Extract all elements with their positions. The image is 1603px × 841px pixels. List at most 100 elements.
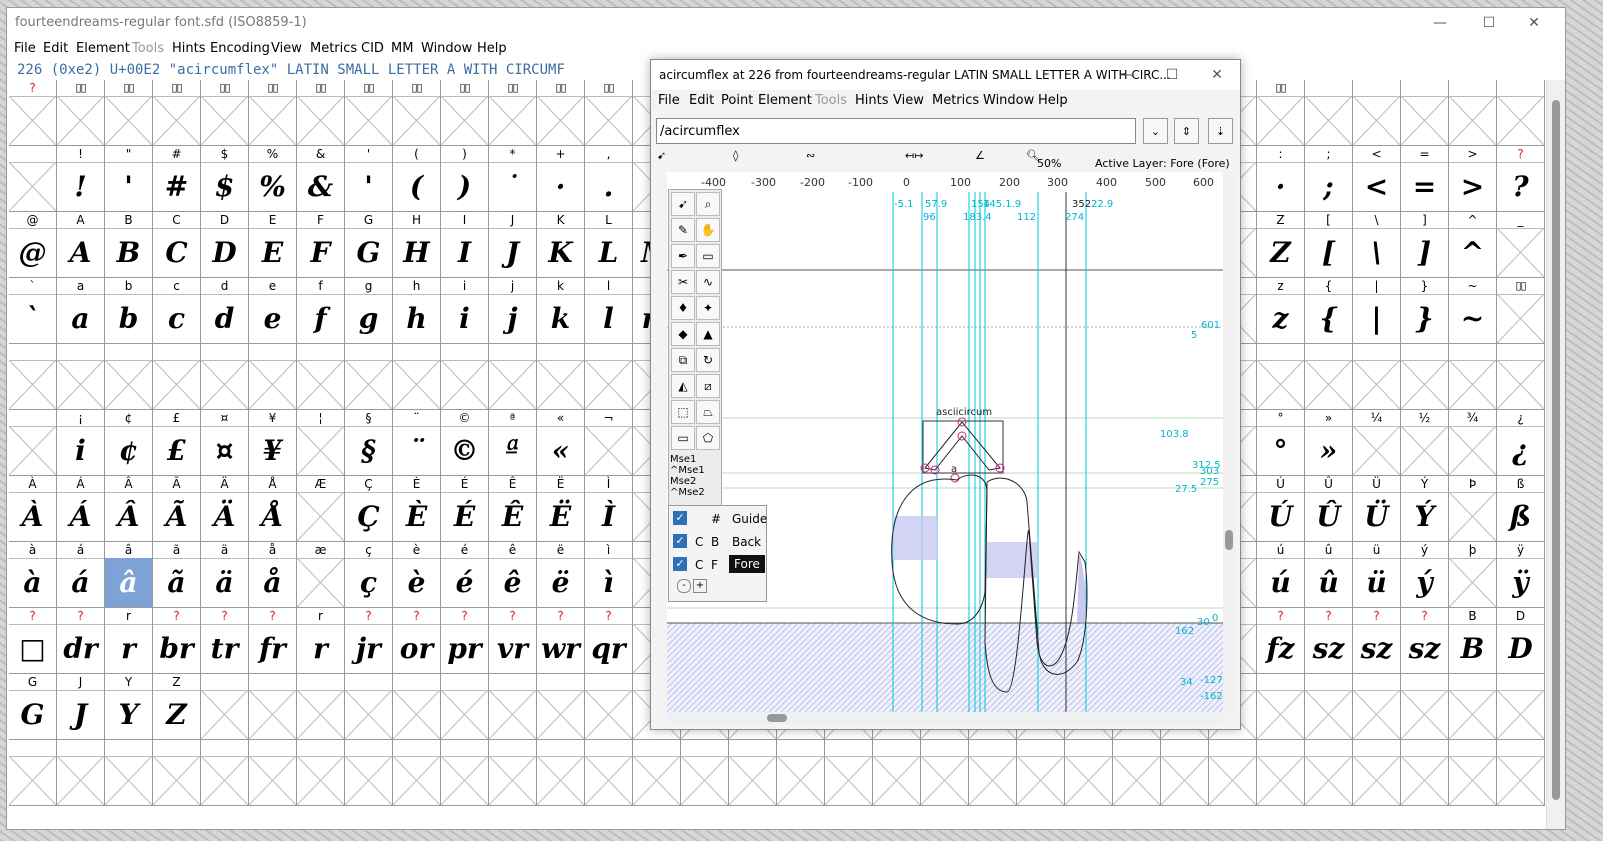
glyph-cell[interactable] — [1449, 756, 1497, 806]
glyph-cell[interactable] — [1449, 558, 1497, 608]
layer-row-back[interactable]: ✓ C B Back — [669, 531, 766, 553]
name-dropdown-button[interactable]: ⌄ — [1143, 118, 1168, 144]
glyph-cell[interactable]: ¿ — [1497, 426, 1545, 476]
glyph-cell[interactable] — [1113, 756, 1161, 806]
glyph-cell[interactable] — [585, 756, 633, 806]
glyph-cell[interactable]: Å — [249, 492, 297, 542]
glyph-cell[interactable]: i — [57, 426, 105, 476]
glyph-cell[interactable]: Y — [105, 690, 153, 740]
glyph-cell[interactable] — [537, 360, 585, 410]
glyph-cell[interactable]: | — [1353, 294, 1401, 344]
glyph-cell[interactable] — [393, 360, 441, 410]
glyph-cell[interactable] — [1497, 228, 1545, 278]
glyph-cell[interactable] — [489, 96, 537, 146]
glyph-cell[interactable]: L — [585, 228, 633, 278]
glyph-cell[interactable] — [1257, 96, 1305, 146]
scrollbar-thumb[interactable] — [1225, 530, 1233, 550]
glyph-cell[interactable]: or — [393, 624, 441, 674]
scrollbar-thumb[interactable] — [767, 714, 787, 722]
layer-visible-checkbox[interactable]: ✓ — [673, 534, 687, 548]
glyph-cell[interactable] — [393, 756, 441, 806]
glyph-cell[interactable] — [489, 756, 537, 806]
glyph-cell[interactable]: ? — [1497, 162, 1545, 212]
glyph-cell[interactable]: Ú — [1257, 492, 1305, 542]
glyph-cell[interactable]: á — [57, 558, 105, 608]
glyph-cell[interactable] — [9, 360, 57, 410]
glyph-cell[interactable] — [105, 96, 153, 146]
glyph-cell[interactable]: dr — [57, 624, 105, 674]
glyph-cell[interactable]: tr — [201, 624, 249, 674]
remove-layer-button[interactable]: - — [677, 579, 691, 593]
glyph-cell[interactable] — [9, 426, 57, 476]
glyph-cell[interactable] — [1401, 756, 1449, 806]
glyph-cell[interactable]: ä — [201, 558, 249, 608]
glyph-cell[interactable]: l — [585, 294, 633, 344]
glyph-cell[interactable]: É — [441, 492, 489, 542]
glyph-cell[interactable]: F — [297, 228, 345, 278]
gmenu-element[interactable]: Element — [758, 93, 812, 108]
glyph-cell[interactable]: · — [537, 162, 585, 212]
glyph-cell[interactable]: D — [201, 228, 249, 278]
glyph-cell[interactable]: fz — [1257, 624, 1305, 674]
skew-tool-icon[interactable]: ⧄ — [696, 374, 720, 398]
glyph-cell[interactable]: ÿ — [1497, 558, 1545, 608]
glyph-cell[interactable]: = — [1401, 162, 1449, 212]
glyph-cell[interactable]: sz — [1305, 624, 1353, 674]
glyph-cell[interactable]: · — [1257, 162, 1305, 212]
glyph-cell[interactable]: br — [153, 624, 201, 674]
menu-cid[interactable]: CID — [361, 41, 384, 56]
glyph-cell[interactable]: b — [105, 294, 153, 344]
glyph-cell[interactable]: > — [1449, 162, 1497, 212]
glyph-cell[interactable] — [57, 96, 105, 146]
scrollbar-thumb[interactable] — [1552, 100, 1560, 800]
glyph-cell[interactable]: à — [9, 558, 57, 608]
glyph-cell[interactable]: < — [1353, 162, 1401, 212]
glyph-cell[interactable]: c — [153, 294, 201, 344]
glyph-cell[interactable] — [1449, 96, 1497, 146]
canvas-horizontal-scrollbar[interactable] — [667, 712, 1223, 724]
glyph-cell[interactable]: ! — [57, 162, 105, 212]
glyph-cell[interactable]: è — [393, 558, 441, 608]
glyph-cell[interactable] — [1401, 360, 1449, 410]
glyph-cell[interactable] — [297, 96, 345, 146]
glyph-cell[interactable]: » — [1305, 426, 1353, 476]
glyph-cell[interactable]: ý — [1401, 558, 1449, 608]
glyph-cell[interactable] — [873, 756, 921, 806]
glyph-cell[interactable]: H — [393, 228, 441, 278]
perspective-tool-icon[interactable]: ⏢ — [696, 400, 720, 424]
glyph-cell[interactable] — [1449, 492, 1497, 542]
glyph-cell[interactable]: @ — [9, 228, 57, 278]
gmenu-hints[interactable]: Hints — [855, 93, 889, 108]
glyph-cell[interactable] — [297, 756, 345, 806]
pen-tool-icon[interactable]: ✒ — [671, 244, 695, 268]
glyph-cell[interactable]: □ — [9, 624, 57, 674]
gmenu-edit[interactable]: Edit — [689, 93, 714, 108]
glyph-cell[interactable] — [393, 690, 441, 740]
glyph-cell[interactable]: § — [345, 426, 393, 476]
glyph-cell[interactable]: wr — [537, 624, 585, 674]
knife-tool-icon[interactable]: ✂ — [671, 270, 695, 294]
glyph-cell[interactable] — [1401, 426, 1449, 476]
glyph-cell[interactable] — [1017, 756, 1065, 806]
glyph-cell[interactable] — [153, 756, 201, 806]
glyph-cell[interactable]: ¥ — [249, 426, 297, 476]
glyph-cell[interactable]: E — [249, 228, 297, 278]
menu-mm[interactable]: MM — [391, 41, 413, 56]
add-layer-button[interactable]: + — [693, 579, 707, 593]
glyph-cell[interactable]: Ç — [345, 492, 393, 542]
glyph-cell[interactable]: Á — [57, 492, 105, 542]
glyph-cell[interactable] — [1497, 96, 1545, 146]
rectangle-tool-icon[interactable]: ▭ — [671, 426, 695, 450]
glyph-cell[interactable] — [297, 426, 345, 476]
glyph-cell[interactable]: sz — [1401, 624, 1449, 674]
glyph-cell[interactable]: & — [297, 162, 345, 212]
glyph-cell[interactable] — [297, 558, 345, 608]
glyph-cell[interactable]: { — [1305, 294, 1353, 344]
menu-file[interactable]: File — [14, 41, 36, 56]
glyph-cell[interactable]: Ã — [153, 492, 201, 542]
minimize-button[interactable]: — — [1425, 12, 1455, 34]
glyph-cell[interactable] — [729, 756, 777, 806]
glyph-cell[interactable] — [57, 360, 105, 410]
glyph-cell[interactable]: i — [441, 294, 489, 344]
menu-metrics[interactable]: Metrics — [310, 41, 357, 56]
